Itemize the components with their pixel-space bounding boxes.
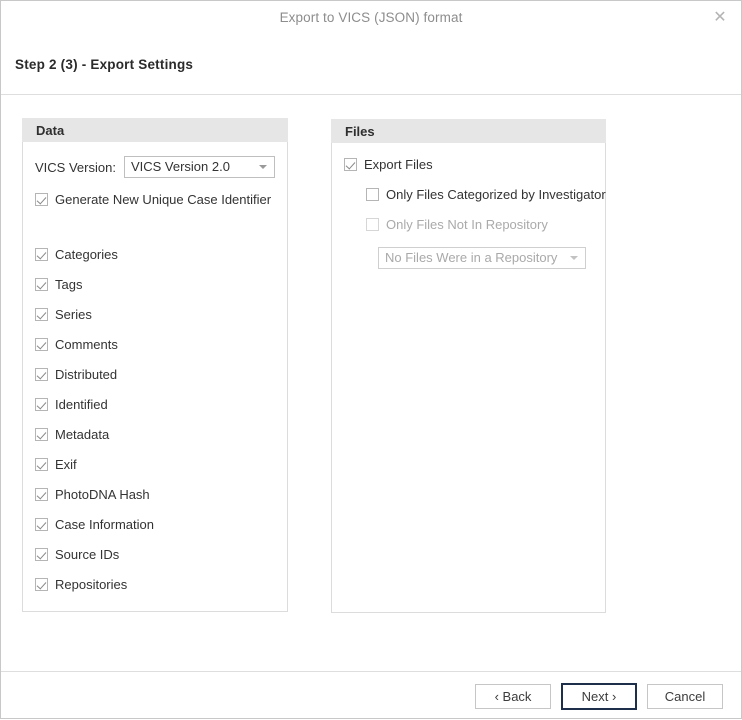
repository-select-wrap: No Files Were in a Repository (378, 247, 593, 269)
checkbox-data-option[interactable]: Tags (35, 277, 275, 292)
step-title: Step 2 (3) - Export Settings (15, 56, 194, 72)
checkbox-box (366, 218, 379, 231)
repository-value: No Files Were in a Repository (385, 250, 558, 265)
vics-version-row: VICS Version: VICS Version 2.0 (35, 156, 275, 178)
checkbox-box (35, 488, 48, 501)
checkbox-data-option[interactable]: Comments (35, 337, 275, 352)
checkbox-data-option[interactable]: Source IDs (35, 547, 275, 562)
vics-version-value: VICS Version 2.0 (130, 159, 230, 174)
checkbox-export-files[interactable]: Export Files (344, 157, 593, 172)
next-button[interactable]: Next › (561, 682, 637, 710)
vics-version-select[interactable]: VICS Version 2.0 (123, 156, 275, 178)
checkbox-data-option[interactable]: Case Information (35, 517, 275, 532)
cancel-button[interactable]: Cancel (647, 683, 723, 709)
checkbox-box (35, 398, 48, 411)
checkbox-box (35, 338, 48, 351)
repository-select: No Files Were in a Repository (378, 247, 586, 269)
dialog-footer: ‹ Back Next › Cancel (1, 672, 741, 720)
checkbox-label: PhotoDNA Hash (55, 487, 150, 502)
checkbox-data-option[interactable]: Generate New Unique Case Identifier (35, 192, 275, 207)
checkbox-data-option[interactable]: PhotoDNA Hash (35, 487, 275, 502)
checkbox-label: Comments (55, 337, 118, 352)
checkbox-label: Distributed (55, 367, 118, 382)
checkbox-label: Source IDs (55, 547, 120, 562)
close-icon[interactable]: ✕ (707, 5, 733, 31)
step-header: Step 2 (3) - Export Settings (1, 34, 741, 94)
checkbox-data-option[interactable]: Exif (35, 457, 275, 472)
checkbox-box (35, 458, 48, 471)
data-panel: Data VICS Version: VICS Version 2.0 Gene… (22, 118, 288, 612)
data-panel-header: Data (22, 118, 288, 142)
data-options-list: Generate New Unique Case Identifier Categ… (35, 192, 275, 592)
checkbox-label: Only Files Not In Repository (386, 217, 548, 232)
export-dialog: Export to VICS (JSON) format ✕ Step 2 (3… (0, 0, 742, 719)
checkbox-only-not-in-repository: Only Files Not In Repository (366, 217, 593, 232)
files-panel-body: Export Files Only Files Categorized by I… (331, 143, 606, 613)
files-panel: Files Export Files Only Files Categorize… (331, 119, 606, 613)
checkbox-label: Series (55, 307, 92, 322)
checkbox-box (35, 518, 48, 531)
checkbox-only-categorized[interactable]: Only Files Categorized by Investigator (366, 187, 606, 202)
checkbox-data-option[interactable]: Identified (35, 397, 275, 412)
dialog-title: Export to VICS (JSON) format (279, 10, 463, 25)
chevron-down-icon (259, 165, 267, 169)
checkbox-box (35, 248, 48, 261)
checkbox-data-option[interactable]: Categories (35, 247, 275, 262)
checkbox-label: Only Files Categorized by Investigator (386, 187, 606, 202)
checkbox-box (35, 278, 48, 291)
checkbox-label: Repositories (55, 577, 128, 592)
checkbox-box (366, 188, 379, 201)
checkbox-box (35, 368, 48, 381)
dialog-body: Data VICS Version: VICS Version 2.0 Gene… (1, 95, 741, 671)
checkbox-data-option[interactable]: Metadata (35, 427, 275, 442)
checkbox-label: Case Information (55, 517, 154, 532)
back-button[interactable]: ‹ Back (475, 683, 551, 709)
checkbox-label: Exif (55, 457, 77, 472)
checkbox-data-option[interactable]: Series (35, 307, 275, 322)
checkbox-box (35, 428, 48, 441)
checkbox-box (35, 548, 48, 561)
data-panel-body: VICS Version: VICS Version 2.0 Generate … (22, 142, 288, 612)
vics-version-label: VICS Version: (35, 159, 116, 175)
checkbox-box (344, 158, 357, 171)
files-panel-header: Files (331, 119, 606, 143)
checkbox-box (35, 308, 48, 321)
checkbox-label: Tags (55, 277, 83, 292)
checkbox-label: Metadata (55, 427, 110, 442)
chevron-down-icon (570, 256, 578, 260)
checkbox-box (35, 193, 48, 206)
checkbox-data-option[interactable]: Distributed (35, 367, 275, 382)
checkbox-box (35, 578, 48, 591)
checkbox-data-option[interactable]: Repositories (35, 577, 275, 592)
title-bar: Export to VICS (JSON) format ✕ (1, 1, 741, 34)
checkbox-label: Categories (55, 247, 118, 262)
checkbox-label: Generate New Unique Case Identifier (55, 192, 272, 207)
checkbox-label: Export Files (364, 157, 433, 172)
checkbox-label: Identified (55, 397, 108, 412)
